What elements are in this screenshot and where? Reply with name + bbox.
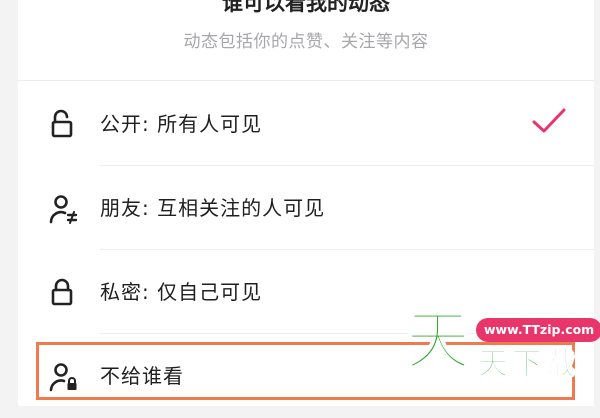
- watermark-big-char: 天: [405, 305, 471, 379]
- user-lock-icon: [47, 360, 81, 394]
- lock-icon: [47, 276, 81, 310]
- sheet-title: 谁可以看我的动态: [222, 0, 390, 15]
- watermark: 天 www.TTzip.com 天下载: [402, 305, 600, 394]
- friends-user-icon: [47, 192, 81, 226]
- watermark-url: www.TTzip.com: [476, 318, 600, 342]
- checkmark-icon: [530, 106, 568, 136]
- option-private-label: 私密: 仅自己可见: [100, 280, 263, 304]
- sheet-subtitle: 动态包括你的点赞、关注等内容: [183, 32, 429, 52]
- header-divider: [18, 80, 594, 81]
- unlock-icon: [47, 108, 81, 142]
- option-public[interactable]: 公开: 所有人可见: [18, 82, 594, 166]
- watermark-text: 天下载: [478, 347, 580, 382]
- sheet-header: 谁可以看我的动态 动态包括你的点赞、关注等内容: [18, 0, 594, 78]
- option-friends-label: 朋友: 互相关注的人可见: [100, 196, 326, 220]
- option-public-label: 公开: 所有人可见: [100, 112, 263, 136]
- option-hide-from-label: 不给谁看: [100, 364, 184, 388]
- option-friends[interactable]: 朋友: 互相关注的人可见: [18, 166, 594, 250]
